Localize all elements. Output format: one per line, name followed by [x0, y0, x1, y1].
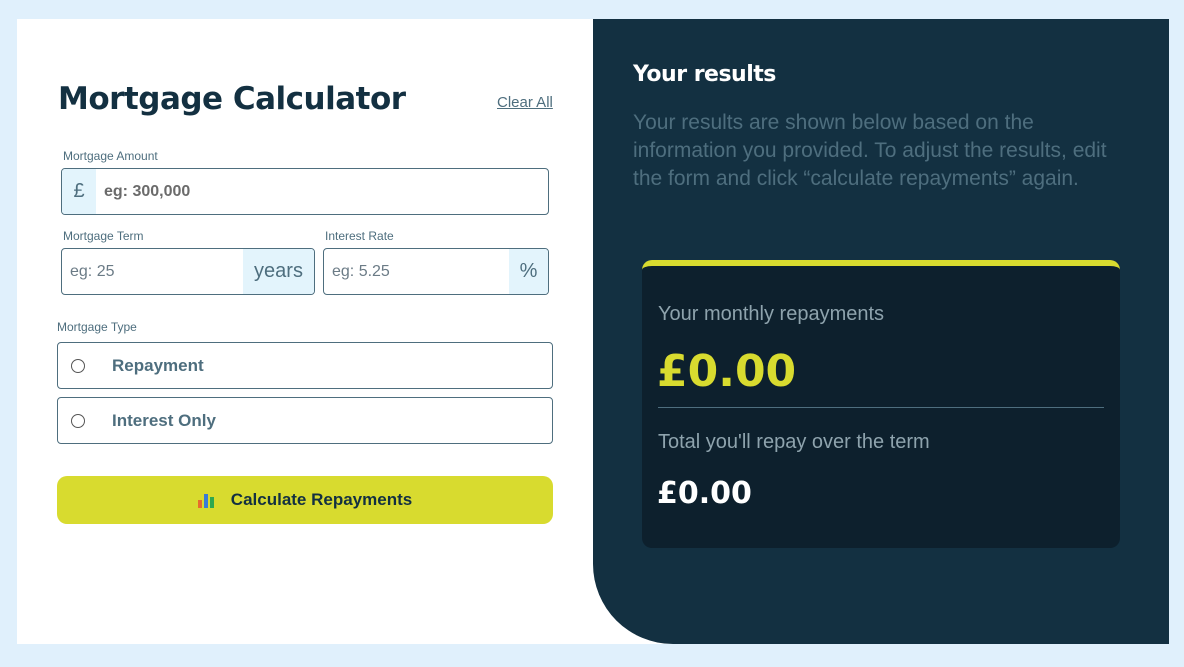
radio-option-repayment[interactable]: Repayment: [57, 342, 553, 389]
results-panel: Your results Your results are shown belo…: [593, 19, 1169, 644]
mortgage-amount-input[interactable]: [96, 169, 548, 214]
monthly-repayments-value: £0.00: [657, 346, 797, 397]
form-panel: Mortgage Calculator Clear All Mortgage A…: [17, 19, 593, 644]
mortgage-amount-label: Mortgage Amount: [63, 149, 158, 163]
calculate-button-label: Calculate Repayments: [230, 490, 413, 509]
interest-rate-label: Interest Rate: [325, 229, 394, 243]
results-divider: [658, 407, 1104, 408]
calculate-repayments-button[interactable]: Calculate Repayments: [57, 476, 553, 524]
mortgage-amount-field[interactable]: £: [61, 168, 549, 215]
results-description: Your results are shown below based on th…: [633, 111, 1107, 190]
radio-button[interactable]: [71, 413, 85, 428]
pound-sign-prefix: £: [62, 169, 96, 214]
mortgage-term-field[interactable]: years: [61, 248, 315, 295]
mortgage-type-label: Mortgage Type: [57, 320, 137, 334]
mortgage-term-label: Mortgage Term: [63, 229, 144, 243]
radio-option-interest-only[interactable]: Interest Only: [57, 397, 553, 444]
years-suffix: years: [243, 249, 314, 294]
calculator-card: Mortgage Calculator Clear All Mortgage A…: [17, 19, 1169, 644]
radio-label-interest-only: Interest Only: [112, 410, 216, 430]
results-summary-box: Your monthly repayments £0.00 Total you'…: [642, 260, 1120, 548]
total-repay-label: Total you'll repay over the term: [658, 431, 930, 453]
radio-button[interactable]: [71, 358, 85, 373]
monthly-repayments-label: Your monthly repayments: [658, 303, 885, 325]
clear-all-link[interactable]: Clear All: [497, 94, 553, 111]
mortgage-term-input[interactable]: [62, 249, 243, 294]
interest-rate-field[interactable]: %: [323, 248, 549, 295]
bar-chart-icon: [197, 492, 214, 508]
results-title: Your results: [633, 62, 776, 87]
page-title: Mortgage Calculator: [58, 81, 406, 117]
interest-rate-input[interactable]: [324, 249, 509, 294]
total-repay-value: £0.00: [657, 476, 752, 511]
radio-label-repayment: Repayment: [112, 355, 204, 375]
percent-suffix: %: [509, 249, 548, 294]
